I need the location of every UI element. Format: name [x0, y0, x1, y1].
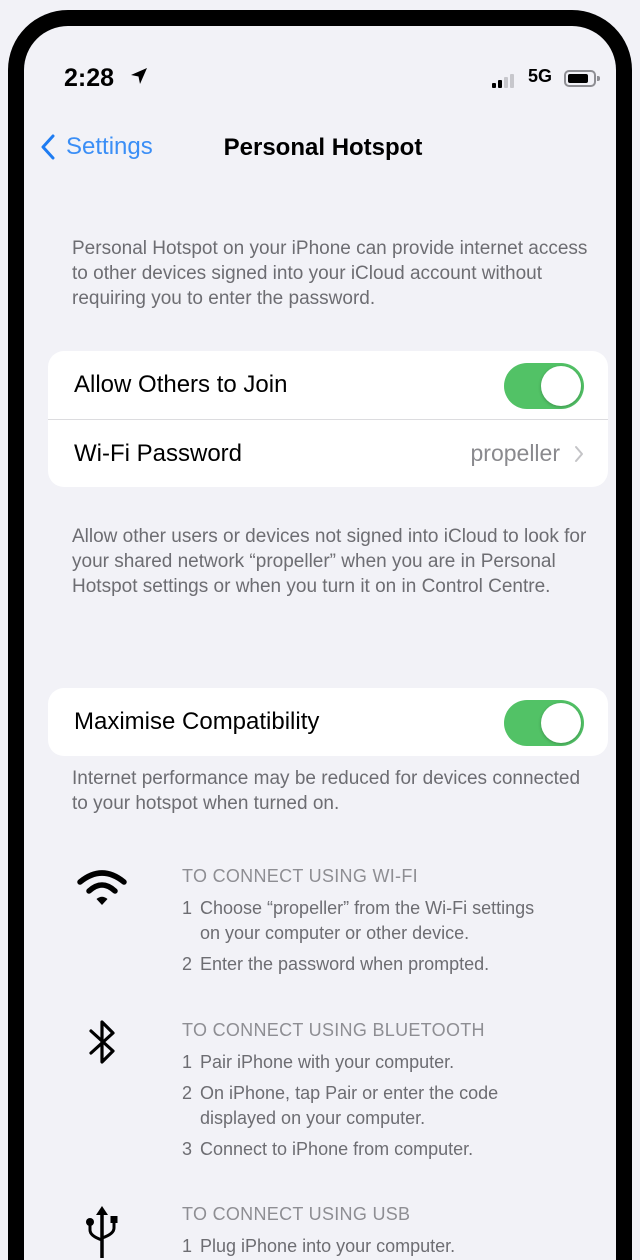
wifi-instructions-heading: TO CONNECT USING WI-FI	[182, 866, 418, 886]
step-number: 2	[182, 954, 193, 974]
bluetooth-step-3: 3 Connect to iPhone from computer.	[182, 1137, 473, 1162]
step-number: 3	[182, 1139, 193, 1159]
step-number: 2	[182, 1083, 193, 1103]
hotspot-settings-group: Allow Others to Join Wi-Fi Password prop…	[48, 351, 608, 487]
step-number: 1	[182, 1052, 193, 1072]
allow-others-footer: Allow other users or devices not signed …	[72, 526, 587, 597]
compatibility-group: Maximise Compatibility	[48, 688, 608, 756]
phone-frame: 2:28 5G Settings Personal Hotspot Person…	[8, 10, 632, 1260]
step-text: On iPhone, tap Pair or enter the code	[200, 1083, 499, 1103]
maximise-compatibility-row[interactable]: Maximise Compatibility	[48, 688, 608, 756]
allow-others-row[interactable]: Allow Others to Join	[48, 351, 608, 419]
step-text: on your computer or other device.	[200, 923, 470, 943]
chevron-right-icon	[575, 446, 583, 462]
wifi-step-1: 1 Choose “propeller” from the Wi-Fi setti…	[182, 896, 534, 946]
bluetooth-step-2: 2 On iPhone, tap Pair or enter the code d…	[182, 1081, 498, 1131]
step-text: displayed on your computer.	[200, 1108, 426, 1128]
wifi-password-label: Wi-Fi Password	[74, 439, 243, 467]
battery-icon	[564, 70, 600, 87]
screen: 2:28 5G Settings Personal Hotspot Person…	[24, 26, 616, 1260]
bluetooth-icon	[72, 1020, 132, 1070]
wifi-instructions: TO CONNECT USING WI-FI 1 Choose “propelle…	[72, 866, 612, 986]
bluetooth-instructions-heading: TO CONNECT USING BLUETOOTH	[182, 1020, 485, 1040]
bluetooth-instructions: TO CONNECT USING BLUETOOTH 1 Pair iPhone …	[72, 1020, 612, 1180]
intro-description: Personal Hotspot on your iPhone can prov…	[72, 238, 588, 309]
allow-others-label: Allow Others to Join	[74, 371, 288, 398]
network-type: 5G	[528, 66, 553, 86]
navigation-bar: Settings Personal Hotspot	[24, 122, 616, 172]
step-text: Enter the password when prompted.	[200, 954, 490, 974]
wifi-icon	[72, 866, 132, 916]
allow-others-toggle[interactable]	[504, 363, 584, 409]
wifi-password-row[interactable]: Wi-Fi Password propeller	[48, 419, 608, 487]
maximise-compatibility-toggle[interactable]	[504, 700, 584, 746]
location-arrow-icon	[131, 68, 147, 84]
step-text: Connect to iPhone from computer.	[200, 1139, 474, 1159]
page-title: Personal Hotspot	[223, 134, 423, 161]
status-time: 2:28	[64, 64, 115, 92]
compatibility-footer: Internet performance may be reduced for …	[72, 768, 581, 814]
step-text: Pair iPhone with your computer.	[200, 1052, 455, 1072]
wifi-password-value: propeller	[470, 440, 561, 466]
usb-instructions: TO CONNECT USING USB 1 Plug iPhone into y…	[72, 1204, 612, 1260]
step-text: Choose “propeller” from the Wi-Fi settin…	[200, 898, 535, 918]
bluetooth-step-1: 1 Pair iPhone with your computer.	[182, 1050, 454, 1075]
status-bar: 2:28 5G	[24, 26, 616, 116]
step-number: 1	[182, 898, 193, 918]
wifi-step-2: 2 Enter the password when prompted.	[182, 952, 489, 977]
cellular-signal-icon	[492, 74, 518, 88]
maximise-compatibility-label: Maximise Compatibility	[74, 708, 320, 735]
usb-instructions-heading: TO CONNECT USING USB	[182, 1204, 411, 1224]
